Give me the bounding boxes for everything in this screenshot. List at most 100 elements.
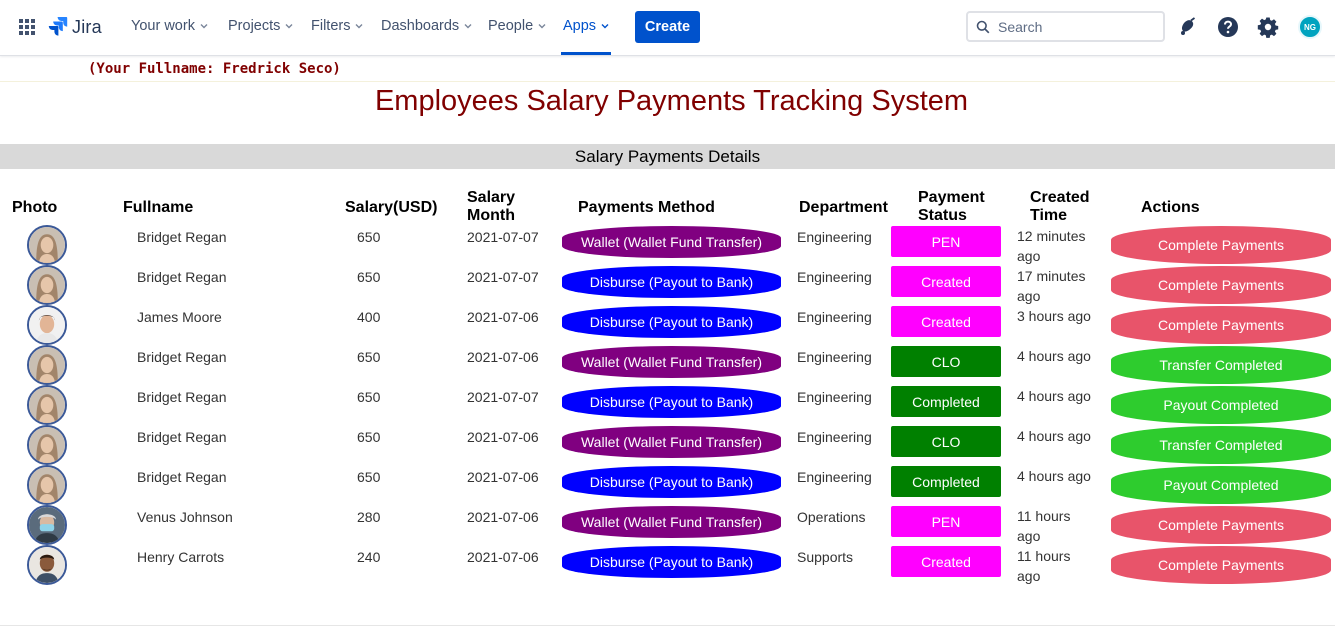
employee-name: Bridget Regan — [137, 429, 227, 445]
action-button[interactable]: Complete Payments — [1111, 306, 1331, 344]
notifications-icon[interactable] — [1177, 16, 1199, 38]
created-time: 4 hours ago — [1017, 348, 1091, 364]
payment-method-badge: Disburse (Payout to Bank) — [562, 546, 781, 578]
created-time: 11 hours ago — [1017, 548, 1071, 584]
section-title: Salary Payments Details — [0, 144, 1335, 169]
salary-month: 2021-07-07 — [467, 229, 539, 245]
salary-month: 2021-07-06 — [467, 469, 539, 485]
created-time: 11 hours ago — [1017, 508, 1071, 544]
header-line: Time — [1030, 207, 1068, 224]
payment-method-badge: Disburse (Payout to Bank) — [562, 306, 781, 338]
created-time: 4 hours ago — [1017, 388, 1091, 404]
nav-dashboards[interactable]: Dashboards — [381, 18, 472, 34]
chevron-down-icon — [200, 24, 208, 29]
user-avatar[interactable]: NG — [1298, 15, 1322, 39]
action-button[interactable]: Transfer Completed — [1111, 426, 1331, 464]
header-fullname: Fullname — [123, 199, 194, 216]
created-time: 12 minutes ago — [1017, 228, 1086, 264]
payment-method-badge: Disburse (Payout to Bank) — [562, 386, 781, 418]
app-switcher-icon[interactable] — [19, 19, 35, 35]
search-input[interactable] — [998, 18, 1148, 35]
search-box[interactable] — [966, 11, 1165, 42]
department: Supports — [797, 549, 854, 565]
action-button[interactable]: Complete Payments — [1111, 506, 1331, 544]
help-icon[interactable] — [1217, 16, 1239, 38]
chevron-down-icon — [285, 24, 293, 29]
table-row: Bridget Regan 650 2021-07-07 Wallet (Wallet… — [0, 225, 1335, 265]
divider — [0, 625, 1335, 626]
nav-people[interactable]: People — [488, 18, 546, 34]
settings-icon[interactable] — [1257, 16, 1279, 38]
department: Engineering — [797, 349, 872, 365]
salary-month: 2021-07-06 — [467, 349, 539, 365]
salary-value: 280 — [357, 509, 381, 525]
department: Engineering — [797, 309, 872, 325]
employee-name: Bridget Regan — [137, 269, 227, 285]
nav-your-work[interactable]: Your work — [131, 18, 208, 34]
brand-name: Jira — [72, 16, 102, 37]
employee-name: Henry Carrots — [137, 549, 225, 565]
status-badge: Created — [891, 546, 1001, 577]
chevron-down-icon — [601, 24, 609, 29]
header-line: Salary — [467, 189, 516, 206]
table-row: Henry Carrots 240 2021-07-06 Disburse (Payo… — [0, 545, 1335, 585]
header-photo: Photo — [12, 199, 58, 216]
created-time: 17 minutes ago — [1017, 268, 1086, 304]
chevron-down-icon — [355, 24, 363, 29]
payment-method-badge: Disburse (Payout to Bank) — [562, 266, 781, 298]
header-payment-status: Payment Status — [918, 189, 985, 225]
action-button[interactable]: Transfer Completed — [1111, 346, 1331, 384]
salary-value: 650 — [357, 349, 381, 365]
search-icon — [976, 20, 990, 33]
payment-method-badge: Wallet (Wallet Fund Transfer) — [562, 426, 781, 458]
created-time: 3 hours ago — [1017, 308, 1091, 324]
header-line: Payment — [918, 189, 985, 206]
header-payments-method: Payments Method — [578, 199, 715, 216]
status-badge: Completed — [891, 466, 1001, 497]
department: Engineering — [797, 429, 872, 445]
nav-label: Filters — [311, 18, 351, 34]
nav-filters[interactable]: Filters — [311, 18, 363, 34]
employee-photo — [27, 225, 67, 265]
salary-month: 2021-07-07 — [467, 389, 539, 405]
salary-value: 240 — [357, 549, 381, 565]
payment-method-badge: Disburse (Payout to Bank) — [562, 466, 781, 498]
active-tab-indicator — [561, 52, 611, 55]
table-row: Bridget Regan 650 2021-07-06 Wallet (Wallet… — [0, 425, 1335, 465]
action-button[interactable]: Complete Payments — [1111, 226, 1331, 264]
nav-label: Apps — [563, 18, 597, 34]
department: Engineering — [797, 269, 872, 285]
create-button[interactable]: Create — [635, 11, 700, 43]
nav-label: Dashboards — [381, 18, 460, 34]
status-badge: Completed — [891, 386, 1001, 417]
salary-value: 650 — [357, 269, 381, 285]
table-row: James Moore 400 2021-07-06 Disburse (Payout… — [0, 305, 1335, 345]
status-badge: Created — [891, 266, 1001, 297]
nav-apps[interactable]: Apps — [563, 18, 609, 34]
salary-month: 2021-07-06 — [467, 309, 539, 325]
payment-method-badge: Wallet (Wallet Fund Transfer) — [562, 226, 781, 258]
header-department: Department — [799, 199, 888, 216]
table-row: Bridget Regan 650 2021-07-07 Disburse (Payo… — [0, 385, 1335, 425]
employee-photo — [27, 545, 67, 585]
table-row: Bridget Regan 650 2021-07-06 Disburse (Payo… — [0, 465, 1335, 505]
header-line: Created — [1030, 189, 1090, 206]
action-button[interactable]: Payout Completed — [1111, 386, 1331, 424]
nav-projects[interactable]: Projects — [228, 18, 293, 34]
employee-name: Bridget Regan — [137, 469, 227, 485]
department: Engineering — [797, 229, 872, 245]
status-badge: PEN — [891, 226, 1001, 257]
action-button[interactable]: Payout Completed — [1111, 466, 1331, 504]
action-button[interactable]: Complete Payments — [1111, 546, 1331, 584]
salary-value: 400 — [357, 309, 381, 325]
employee-photo — [27, 265, 67, 305]
nav-label: Projects — [228, 18, 281, 34]
employee-name: Bridget Regan — [137, 229, 227, 245]
salary-value: 650 — [357, 229, 381, 245]
status-badge: CLO — [891, 346, 1001, 377]
header-line: Month — [467, 207, 515, 224]
employee-photo — [27, 425, 67, 465]
action-button[interactable]: Complete Payments — [1111, 266, 1331, 304]
jira-logo[interactable]: Jira — [48, 15, 102, 39]
salary-month: 2021-07-06 — [467, 549, 539, 565]
